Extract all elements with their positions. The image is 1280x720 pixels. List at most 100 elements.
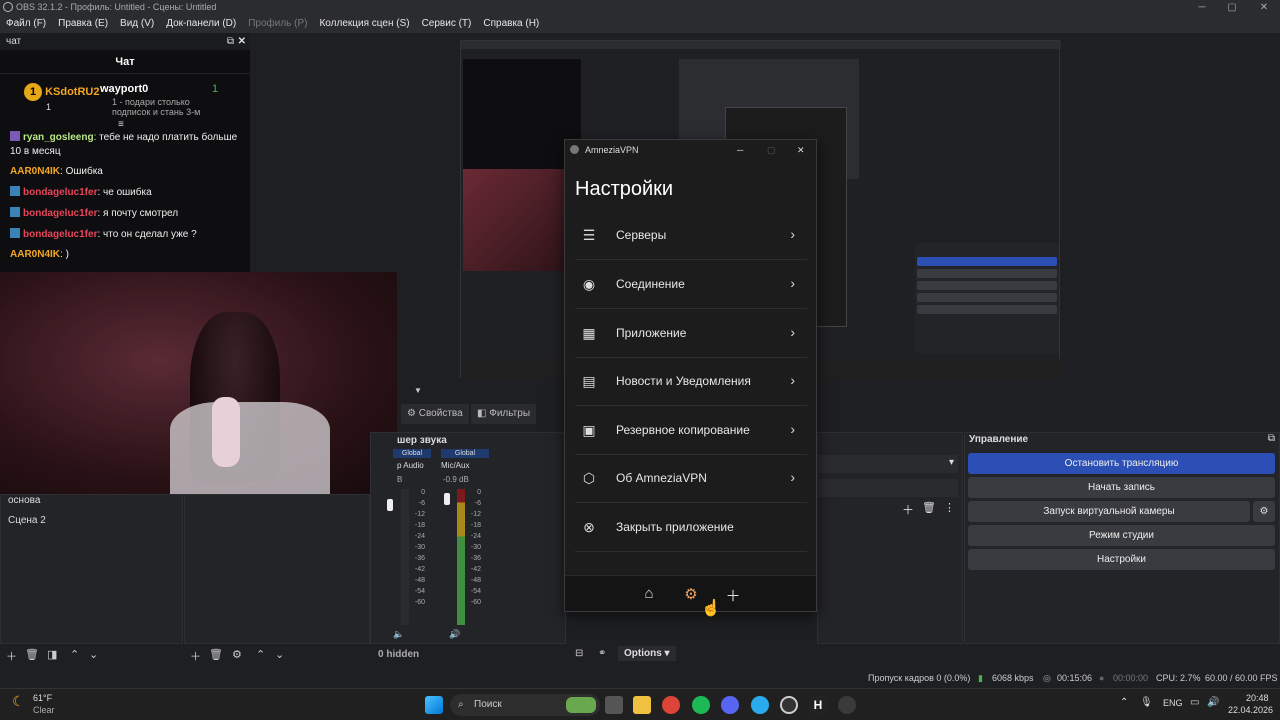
stop-stream-button[interactable]: Остановить трансляцию [968, 453, 1275, 474]
gear-icon[interactable]: ⚙ [681, 585, 701, 603]
menu-scene-collection[interactable]: Коллекция сцен (S) [319, 15, 409, 33]
menu-help[interactable]: Справка (H) [483, 15, 539, 33]
volume-slider[interactable] [387, 499, 393, 511]
source-down-icon[interactable]: ⌄ [275, 648, 284, 661]
vpn-item-about[interactable]: ⬡ Об AmneziaVPN › [575, 455, 807, 503]
options-button[interactable]: Options ▾ [618, 646, 676, 661]
chevron-up-icon[interactable]: ⌃ [1120, 697, 1128, 708]
close-dock-icon[interactable]: ✕ [238, 33, 246, 50]
home-icon[interactable]: ⌂ [639, 585, 659, 602]
plus-icon[interactable]: ＋ [723, 585, 743, 606]
undock-icon[interactable]: ⧉ [1268, 433, 1275, 444]
mixer-title: шер звука [397, 435, 447, 446]
menu-edit[interactable]: Правка (E) [58, 15, 108, 33]
more-icon[interactable]: ⋮ [944, 501, 955, 514]
window-title: OBS 32.1.2 - Профиль: Untitled - Сцены: … [16, 2, 217, 12]
broadcast-icon: ◎ [1043, 673, 1051, 683]
volume-icon[interactable]: 🔊 [1207, 697, 1219, 708]
discord-icon[interactable] [721, 696, 739, 714]
weather-moon-icon: ☾ [12, 693, 25, 709]
scene-item[interactable]: основа [8, 495, 40, 506]
language-indicator[interactable]: ENG [1163, 698, 1183, 708]
audio-mixer-dock: шер звука Global Global p Audio Mic/Aux … [370, 432, 566, 644]
trash-transition-icon[interactable]: 🗑 [922, 501, 936, 514]
menu-profile[interactable]: Профиль (P) [248, 15, 307, 33]
vpn-item-servers[interactable]: ☰ Серверы › [575, 212, 807, 260]
move-up-icon[interactable]: ⌃ [70, 648, 79, 661]
amnezia-vpn-window: AmneziaVPN ─ ▢ ✕ Настройки ☰ Серверы › ◉… [564, 139, 817, 612]
vpn-item-app[interactable]: ▦ Приложение › [575, 310, 807, 358]
gear-icon[interactable]: ⚙ [232, 648, 242, 661]
app-icon[interactable] [780, 696, 798, 714]
menu-view[interactable]: Вид (V) [120, 15, 154, 33]
move-down-icon[interactable]: ⌄ [89, 648, 98, 661]
vpn-maximize-button[interactable]: ▢ [767, 140, 776, 160]
virtual-camera-settings-icon[interactable]: ⚙ [1253, 501, 1275, 522]
add-transition-icon[interactable]: ＋ [902, 501, 914, 518]
trash-icon[interactable]: 🗑 [25, 648, 39, 661]
settings-button[interactable]: Настройки [968, 549, 1275, 570]
chat-message: bondageluc1fer: я почту смотрел [10, 207, 242, 221]
gift-card-1: 1 KSdotRU2 1 [24, 83, 99, 113]
spotify-icon[interactable] [692, 696, 710, 714]
filter-icon[interactable]: ◨ [47, 648, 57, 661]
transition-select[interactable]: ▾ [818, 455, 958, 473]
vpn-minimize-button[interactable]: ─ [737, 140, 743, 160]
taskbar-search[interactable]: ⌕ Поиск [450, 694, 600, 716]
hidden-count: 0 hidden [378, 649, 420, 660]
link-icon[interactable]: ⚭ [598, 648, 606, 659]
vpn-titlebar: AmneziaVPN ─ ▢ ✕ [565, 140, 816, 160]
add-icon[interactable]: ＋ [6, 648, 17, 664]
duration-field[interactable] [818, 479, 958, 497]
chat-message: ryan_gosleeng: тебе не надо платить боль… [10, 131, 238, 157]
mic-icon[interactable]: 🎙 [1140, 697, 1153, 708]
search-icon: ⌕ [458, 699, 464, 710]
nested-titlebar [461, 41, 1061, 49]
vpn-item-news[interactable]: ▤ Новости и Уведомления › [575, 358, 807, 406]
expand-icon[interactable]: ≡ [118, 119, 124, 130]
channel-name[interactable]: p Audio [397, 461, 424, 470]
add-source-icon[interactable]: ＋ [190, 648, 201, 664]
undock-icon[interactable]: ⧉ [227, 33, 234, 50]
volume-slider[interactable] [444, 493, 450, 505]
source-up-icon[interactable]: ⌃ [256, 648, 265, 661]
vpn-item-connection[interactable]: ◉ Соединение › [575, 261, 807, 309]
properties-button[interactable]: ⚙ Свойства [401, 404, 469, 424]
studio-mode-button[interactable]: Режим студии [968, 525, 1275, 546]
chevron-right-icon: › [790, 226, 795, 242]
chevron-down-icon[interactable]: ▼ [414, 386, 422, 395]
vpn-item-backup[interactable]: ▣ Резервное копирование › [575, 407, 807, 455]
maximize-button[interactable]: ▢ [1216, 0, 1248, 15]
h-app-icon[interactable]: H [809, 696, 827, 714]
start-record-button[interactable]: Начать запись [968, 477, 1275, 498]
windows-start-icon[interactable] [425, 696, 443, 714]
nested-controls [915, 243, 1059, 353]
menu-file[interactable]: Файл (F) [6, 15, 46, 33]
network-icon[interactable]: ▭ [1190, 697, 1199, 708]
save-icon: ▣ [582, 422, 596, 438]
channel-name[interactable]: Mic/Aux [441, 461, 469, 470]
close-window-button[interactable]: ✕ [1248, 0, 1280, 15]
trash-source-icon[interactable]: 🗑 [209, 648, 223, 661]
vpn-close-button[interactable]: ✕ [797, 140, 805, 160]
task-view-icon[interactable] [605, 696, 623, 714]
scene-toolbar: ＋ 🗑 ◨ ⌃ ⌄ ＋ 🗑 ⚙ ⌃ ⌄ [0, 645, 370, 665]
filters-button[interactable]: ◧ Фильтры [471, 404, 537, 424]
chrome-icon[interactable] [662, 696, 680, 714]
muted-speaker-icon[interactable]: 🔈 [393, 629, 404, 640]
user-badge-icon [10, 228, 20, 238]
file-explorer-icon[interactable] [633, 696, 651, 714]
obs-taskbar-icon[interactable] [838, 696, 856, 714]
speaker-icon[interactable]: 🔊 [449, 629, 460, 640]
layout-icon[interactable]: ⊟ [575, 648, 583, 659]
user-badge-icon [10, 186, 20, 196]
virtual-camera-button[interactable]: Запуск виртуальной камеры [968, 501, 1250, 522]
chat-dock-title: чат [6, 36, 22, 47]
chat-dock: чат ⧉ ✕ Чат 1 KSdotRU2 1 wayport0 1 1 - … [0, 33, 250, 273]
minimize-button[interactable]: ─ [1186, 0, 1218, 15]
menu-docks[interactable]: Док-панели (D) [166, 15, 236, 33]
scene-item[interactable]: Сцена 2 [8, 515, 46, 526]
menu-tools[interactable]: Сервис (T) [422, 15, 472, 33]
vpn-item-close[interactable]: ⊗ Закрыть приложение [575, 504, 807, 552]
telegram-icon[interactable] [751, 696, 769, 714]
